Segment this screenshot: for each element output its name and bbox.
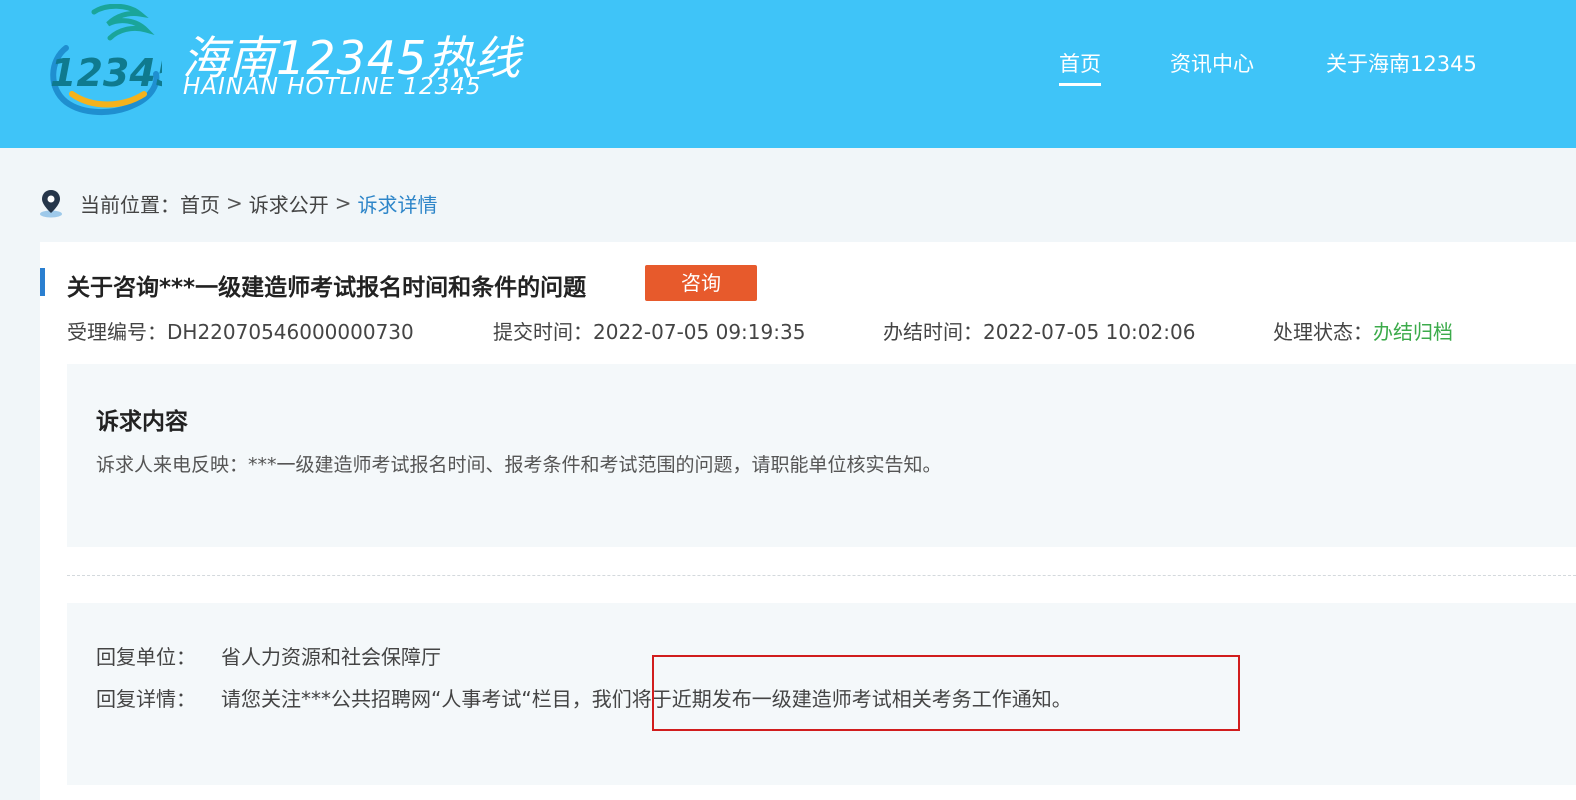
breadcrumb-appeals-public[interactable]: 诉求公开 bbox=[249, 189, 329, 218]
breadcrumb-separator: > bbox=[334, 191, 352, 215]
svg-text:12345: 12345 bbox=[50, 51, 162, 95]
reply-unit-label: 回复单位： bbox=[96, 645, 196, 669]
breadcrumb-current: 诉求详情 bbox=[357, 192, 438, 217]
page-title: 关于咨询***一级建造师考试报名时间和条件的问题 bbox=[67, 275, 587, 301]
breadcrumb-separator: > bbox=[226, 191, 243, 215]
nav-home[interactable]: 首页 bbox=[1059, 48, 1101, 86]
location-pin-icon bbox=[40, 190, 62, 218]
brand-title-en: HAINAN HOTLINE 12345 bbox=[183, 74, 482, 100]
breadcrumb-home[interactable]: 首页 bbox=[180, 189, 220, 218]
meta-status: 处理状态：办结归档 bbox=[1273, 316, 1453, 345]
meta-value: DH22070546000000730 bbox=[167, 320, 414, 344]
meta-label: 提交时间： bbox=[493, 320, 593, 344]
meta-value: 2022-07-05 10:02:06 bbox=[983, 320, 1196, 344]
reply-detail-label: 回复详情： bbox=[96, 687, 196, 711]
appeal-content-heading: 诉求内容 bbox=[96, 409, 188, 435]
nav-about[interactable]: 关于海南12345 bbox=[1326, 48, 1477, 78]
meta-value: 2022-07-05 09:19:35 bbox=[593, 320, 806, 344]
reply-unit-value: 省人力资源和社会保障厅 bbox=[221, 645, 441, 669]
category-badge: 咨询 bbox=[645, 265, 757, 301]
highlight-annotation-box bbox=[652, 655, 1240, 731]
breadcrumb-prefix: 当前位置： bbox=[80, 192, 180, 217]
meta-complete-time: 办结时间：2022-07-05 10:02:06 bbox=[883, 316, 1195, 345]
site-header: 12345 海南12345热线 HAINAN HOTLINE 12345 首页 … bbox=[0, 0, 1576, 148]
meta-label: 受理编号： bbox=[67, 320, 167, 344]
nav-news-center[interactable]: 资讯中心 bbox=[1170, 48, 1254, 78]
hainan-12345-logo[interactable]: 12345 bbox=[36, 4, 162, 118]
status-value: 办结归档 bbox=[1373, 320, 1453, 344]
meta-label: 办结时间： bbox=[883, 320, 983, 344]
breadcrumb: 当前位置： 首页 > 诉求公开 > 诉求详情 bbox=[38, 186, 438, 220]
meta-submit-time: 提交时间：2022-07-05 09:19:35 bbox=[493, 316, 805, 345]
section-divider bbox=[67, 575, 1576, 576]
appeal-content-text: 诉求人来电反映：***一级建造师考试报名时间、报考条件和考试范围的问题，请职能单… bbox=[96, 454, 942, 476]
meta-label: 处理状态： bbox=[1273, 320, 1373, 344]
title-accent-bar bbox=[40, 268, 45, 296]
meta-ticket-number: 受理编号：DH22070546000000730 bbox=[67, 316, 414, 345]
